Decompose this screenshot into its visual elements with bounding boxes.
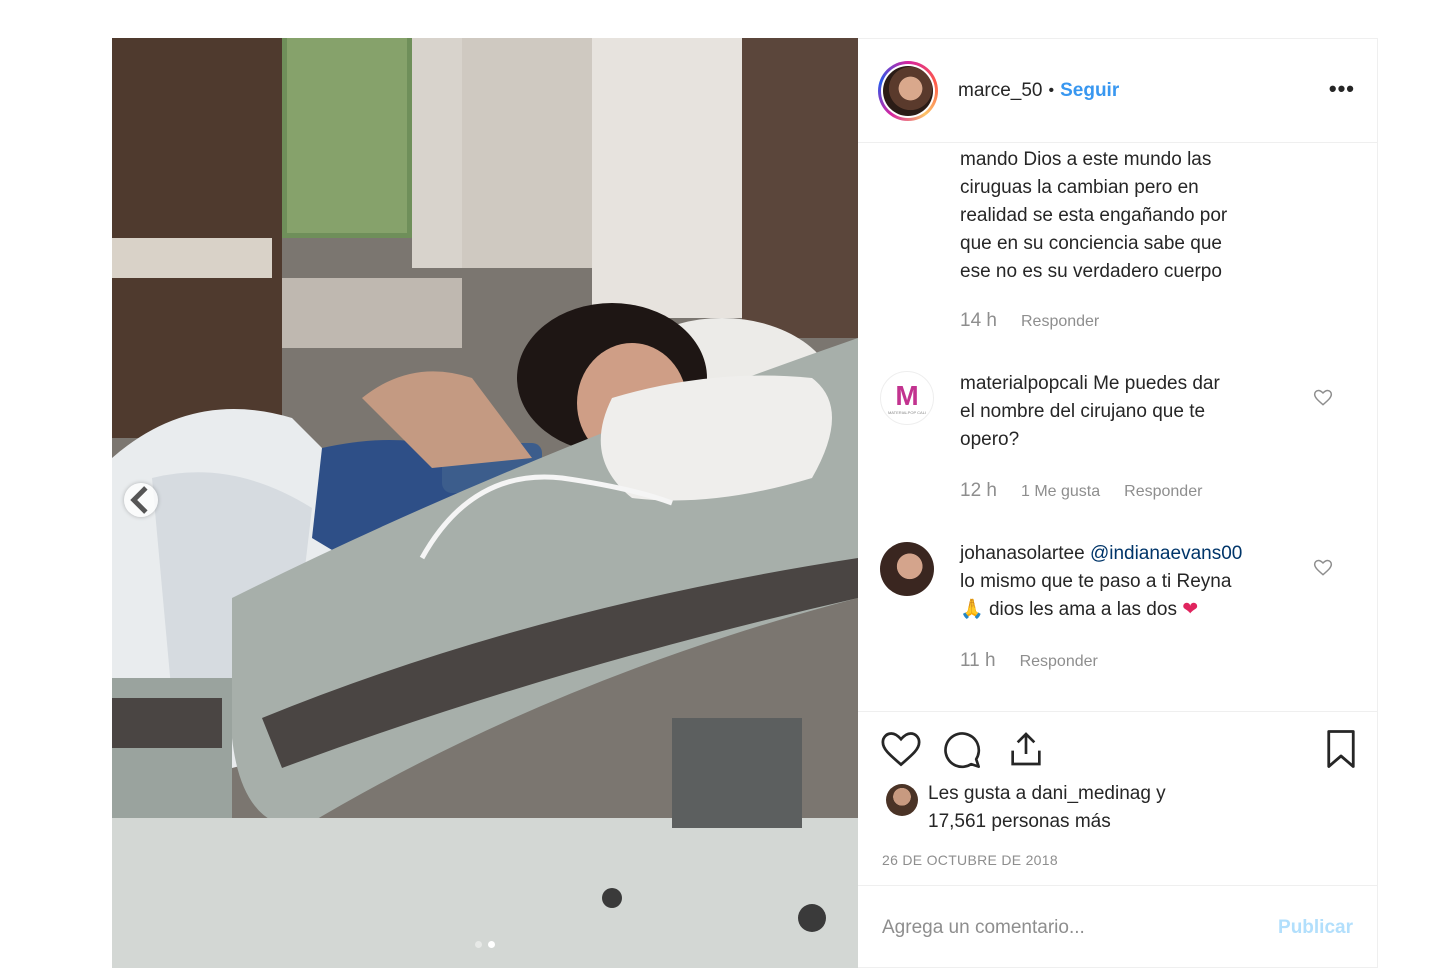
likes-summary: Les gusta a dani_medinag y 17,561 person… [886, 780, 1166, 836]
comment-time[interactable]: 14 h [960, 310, 997, 332]
post-header: marce_50 • Seguir ••• [858, 39, 1377, 143]
carousel-previous-button[interactable] [124, 483, 158, 517]
comment-text: mando Dios a este mundo las ciruguas la … [960, 149, 1228, 282]
commenter-avatar[interactable] [880, 542, 934, 596]
comment-text: johanasolartee @indianaevans00 lo mismo … [960, 543, 1243, 620]
commenter-username[interactable]: johanasolartee [960, 543, 1085, 564]
commenter-username[interactable]: materialpopcali [960, 373, 1088, 394]
chevron-left-icon [130, 486, 148, 514]
comment-meta: 11 h Responder [960, 650, 1320, 672]
commenter-avatar[interactable]: M MATERIALPOP CALI [880, 371, 934, 425]
add-comment-bar: Publicar [858, 885, 1377, 970]
hospital-bed-photo [112, 38, 858, 968]
comment-item: johanasolartee @indianaevans00 lo mismo … [960, 540, 1320, 672]
post-side-panel: marce_50 • Seguir ••• mando Dios a este … [858, 38, 1378, 968]
like-heart-icon[interactable] [880, 730, 922, 768]
reply-button[interactable]: Responder [1021, 313, 1099, 331]
comment-meta: 12 h 1 Me gusta Responder [960, 480, 1320, 502]
reply-button[interactable]: Responder [1124, 483, 1202, 501]
comment-time[interactable]: 12 h [960, 480, 997, 502]
likes-count[interactable]: 17,561 personas más [928, 808, 1166, 836]
carousel-dot-active [488, 941, 495, 948]
prayer-emoji: 🙏 [960, 599, 984, 620]
comment-time[interactable]: 11 h [960, 650, 996, 672]
comment-item: mando Dios a este mundo las ciruguas la … [960, 146, 1320, 332]
liker-avatar[interactable] [886, 784, 918, 816]
comment-like-heart-icon[interactable] [1313, 558, 1333, 578]
author-username[interactable]: marce_50 [958, 80, 1043, 102]
carousel-dot [475, 941, 482, 948]
follow-button[interactable]: Seguir [1060, 80, 1119, 102]
likes-line-1[interactable]: Les gusta a dani_medinag y [928, 780, 1166, 808]
carousel-indicator [112, 941, 858, 948]
comments-list[interactable]: mando Dios a este mundo las ciruguas la … [858, 144, 1377, 711]
mention-link[interactable]: @indianaevans00 [1090, 543, 1242, 564]
comment-like-heart-icon[interactable] [1313, 388, 1333, 408]
share-upload-icon[interactable] [1006, 728, 1046, 770]
post-photo[interactable] [112, 38, 858, 968]
bookmark-save-icon[interactable] [1323, 728, 1359, 770]
heart-emoji: ❤ [1182, 599, 1199, 620]
header-user: marce_50 • Seguir [958, 80, 1119, 102]
comment-input[interactable] [882, 917, 1279, 939]
comment-item: materialpopcali Me puedes dar el nombre … [960, 370, 1320, 502]
post-date[interactable]: 26 DE OCTUBRE DE 2018 [882, 852, 1058, 868]
publish-button[interactable]: Publicar [1278, 917, 1353, 939]
comment-likes-count[interactable]: 1 Me gusta [1021, 483, 1100, 501]
comment-text: materialpopcali Me puedes dar el nombre … [960, 373, 1220, 450]
more-options-icon[interactable]: ••• [1329, 76, 1355, 102]
post-actions: Les gusta a dani_medinag y 17,561 person… [858, 711, 1377, 947]
reply-button[interactable]: Responder [1020, 653, 1098, 671]
author-avatar-image [883, 65, 933, 116]
separator-dot: • [1048, 81, 1055, 99]
author-avatar[interactable] [878, 60, 938, 121]
comment-bubble-icon[interactable] [942, 730, 982, 770]
comment-meta: 14 h Responder [960, 310, 1320, 332]
